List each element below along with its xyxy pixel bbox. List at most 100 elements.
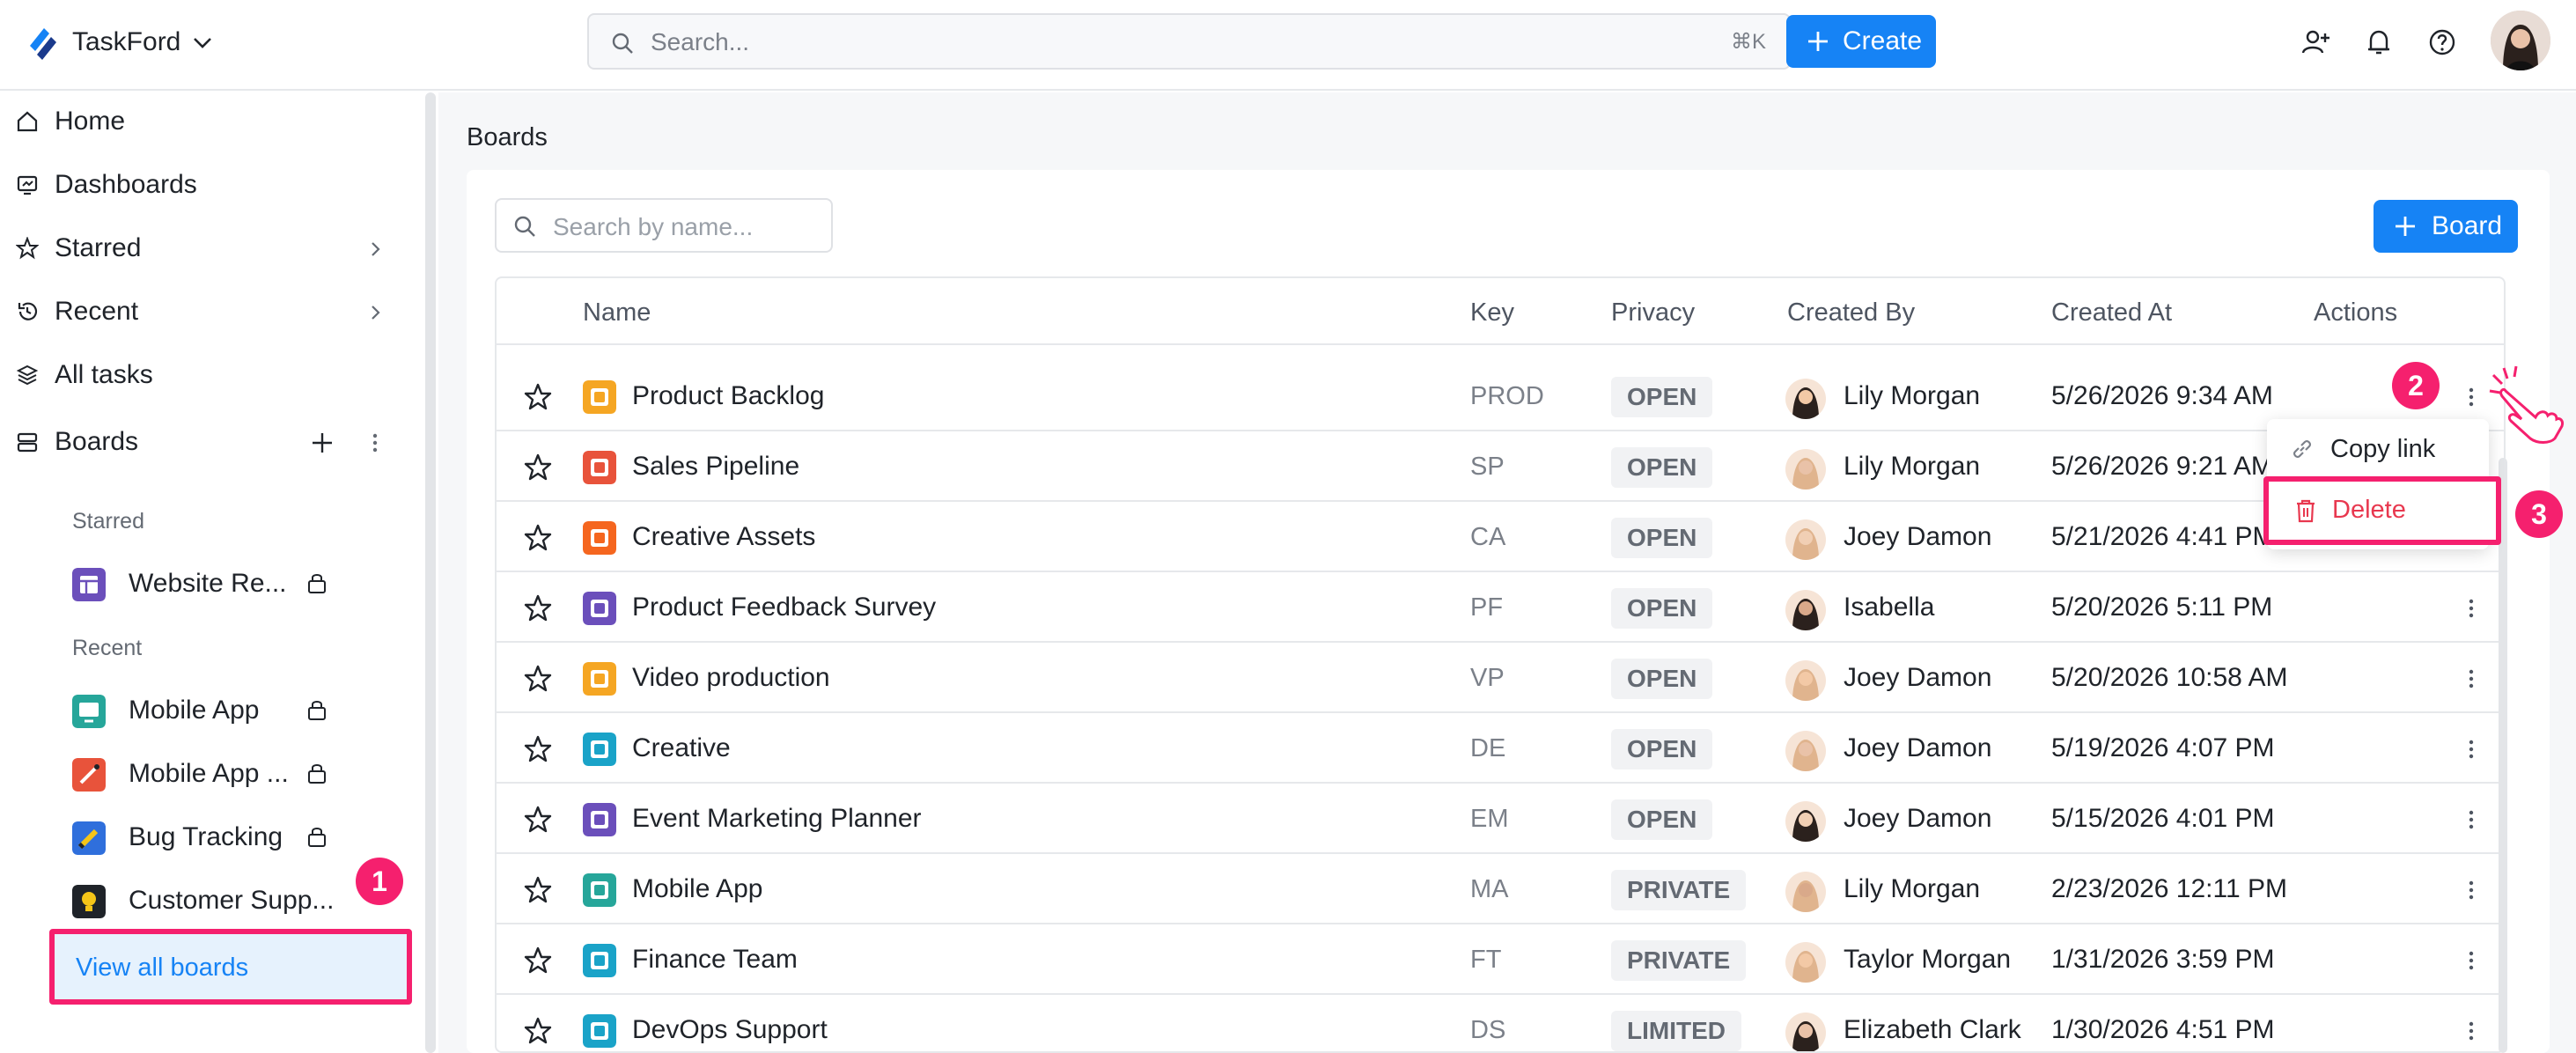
view-all-boards-link[interactable]: View all boards xyxy=(49,929,412,1005)
user-avatar-image xyxy=(2491,11,2550,70)
creator-avatar xyxy=(1785,872,1826,912)
column-header-key[interactable]: Key xyxy=(1470,298,1514,328)
chevron-right-icon[interactable] xyxy=(364,302,386,323)
privacy-badge: OPEN xyxy=(1611,729,1713,770)
help-icon[interactable] xyxy=(2426,26,2458,58)
board-search-input[interactable]: Search by name... xyxy=(495,198,833,253)
column-header-created-at[interactable]: Created At xyxy=(2051,298,2172,328)
copy-link-menu-item[interactable]: Copy link xyxy=(2267,419,2489,475)
sidebar-item-home[interactable]: Home xyxy=(0,92,414,151)
more-vertical-icon[interactable] xyxy=(2456,664,2486,694)
star-icon[interactable] xyxy=(523,946,553,976)
sidebar-item-recent[interactable]: Recent xyxy=(0,283,414,341)
link-icon xyxy=(2293,440,2311,458)
privacy-badge: OPEN xyxy=(1611,377,1713,417)
board-icon xyxy=(583,380,616,414)
chevron-down-icon[interactable] xyxy=(190,30,215,55)
table-row[interactable]: Creative DE OPEN Joey Damon 5/19/2026 4:07 P… xyxy=(497,713,2504,784)
history-icon xyxy=(18,302,38,320)
star-icon[interactable] xyxy=(523,593,553,623)
table-row[interactable]: Finance Team FT PRIVATE Taylor Morgan 1/31/2… xyxy=(497,924,2504,995)
table-row[interactable]: Mobile App MA PRIVATE Lily Morgan 2/23/2026 … xyxy=(497,854,2504,924)
more-vertical-icon[interactable] xyxy=(2456,382,2486,412)
column-header-name[interactable]: Name xyxy=(583,298,651,328)
page-title: Boards xyxy=(467,123,548,151)
board-name[interactable]: Creative Assets xyxy=(632,519,815,555)
table-row[interactable]: Product Feedback Survey PF OPEN Isabella 5/2… xyxy=(497,572,2504,643)
chevron-right-icon[interactable] xyxy=(364,239,386,260)
star-icon[interactable] xyxy=(523,1016,553,1046)
board-name[interactable]: DevOps Support xyxy=(632,1012,828,1048)
top-bar: TaskFord Search... ⌘K Create xyxy=(0,0,2576,91)
creator-name: Taylor Morgan xyxy=(1844,945,2012,974)
more-vertical-icon[interactable] xyxy=(2456,805,2486,835)
taskford-logo-icon xyxy=(30,28,56,60)
more-vertical-icon[interactable] xyxy=(2456,734,2486,764)
sidebar-item-all-tasks[interactable]: All tasks xyxy=(0,346,414,404)
sidebar-item-label: Recent xyxy=(55,297,139,326)
board-name[interactable]: Creative xyxy=(632,731,731,766)
create-button[interactable]: Create xyxy=(1786,15,1936,68)
sidebar-item-dashboards[interactable]: Dashboards xyxy=(0,156,414,214)
star-icon[interactable] xyxy=(523,453,553,482)
add-board-icon[interactable] xyxy=(310,431,335,455)
sidebar-item-label: Home xyxy=(55,107,126,136)
star-icon[interactable] xyxy=(523,734,553,764)
table-row[interactable]: DevOps Support DS LIMITED Elizabeth Clark 1/… xyxy=(497,995,2504,1051)
board-name[interactable]: Sales Pipeline xyxy=(632,449,799,484)
sidebar-board-item[interactable]: Mobile App ... xyxy=(0,744,414,802)
star-icon[interactable] xyxy=(523,664,553,694)
board-key: CA xyxy=(1470,523,1506,551)
add-user-icon[interactable] xyxy=(2300,26,2331,58)
board-name[interactable]: Product Backlog xyxy=(632,379,824,414)
sidebar-item-label: Starred xyxy=(55,233,142,262)
boards-icon xyxy=(17,432,38,453)
table-row[interactable]: Product Backlog PROD OPEN Lily Morgan 5/26/2… xyxy=(497,361,2504,431)
user-avatar[interactable] xyxy=(2491,11,2550,70)
sidebar-board-item[interactable]: Bug Tracking xyxy=(0,807,414,865)
global-search-input[interactable]: Search... ⌘K xyxy=(587,13,1791,70)
star-icon[interactable] xyxy=(523,523,553,553)
lock-icon xyxy=(308,574,326,593)
sidebar-scrollbar[interactable] xyxy=(425,92,436,1053)
bell-icon[interactable] xyxy=(2363,26,2395,58)
add-board-button[interactable]: Board xyxy=(2374,200,2518,253)
creator-avatar xyxy=(1785,660,1826,701)
board-name[interactable]: Product Feedback Survey xyxy=(632,590,936,625)
star-icon[interactable] xyxy=(523,875,553,905)
board-key: MA xyxy=(1470,875,1509,903)
sidebar-board-item[interactable]: Website Re... xyxy=(0,554,414,612)
table-row[interactable]: Creative Assets CA OPEN Joey Damon 5/21/2026… xyxy=(497,502,2504,572)
board-name[interactable]: Finance Team xyxy=(632,942,798,977)
creator-name: Isabella xyxy=(1844,593,1935,622)
more-vertical-icon[interactable] xyxy=(364,431,386,455)
star-icon[interactable] xyxy=(523,382,553,412)
more-vertical-icon[interactable] xyxy=(2456,593,2486,623)
board-key: PROD xyxy=(1470,382,1544,410)
table-row[interactable]: Video production VP OPEN Joey Damon 5/20/202… xyxy=(497,643,2504,713)
board-name[interactable]: Mobile App xyxy=(632,872,762,907)
column-header-privacy[interactable]: Privacy xyxy=(1611,298,1695,328)
sidebar-item-starred[interactable]: Starred xyxy=(0,219,414,277)
creator-avatar xyxy=(1785,1012,1826,1051)
created-at: 5/20/2026 10:58 AM xyxy=(2051,663,2288,692)
more-vertical-icon[interactable] xyxy=(2456,1016,2486,1046)
board-name[interactable]: Video production xyxy=(632,660,830,696)
sidebar-board-item[interactable]: Mobile App xyxy=(0,681,414,739)
table-row[interactable]: Event Marketing Planner EM OPEN Joey Damon 5… xyxy=(497,784,2504,854)
table-scrollbar[interactable] xyxy=(2499,458,2507,1053)
column-header-created-by[interactable]: Created By xyxy=(1787,298,1915,328)
sidebar-board-item[interactable]: Customer Supp... xyxy=(0,871,414,929)
workspace-name[interactable]: TaskFord xyxy=(72,25,180,60)
table-row[interactable]: Sales Pipeline SP OPEN Lily Morgan 5/26/2026… xyxy=(497,431,2504,502)
more-vertical-icon[interactable] xyxy=(2456,946,2486,976)
sidebar-item-boards[interactable]: Boards xyxy=(0,413,414,471)
created-at: 2/23/2026 12:11 PM xyxy=(2051,874,2287,903)
board-key: FT xyxy=(1470,946,1502,974)
star-icon[interactable] xyxy=(523,805,553,835)
lock-icon xyxy=(308,701,326,720)
board-name[interactable]: Event Marketing Planner xyxy=(632,801,922,836)
more-vertical-icon[interactable] xyxy=(2456,875,2486,905)
delete-menu-item[interactable]: Delete xyxy=(2263,476,2501,545)
board-label: Bug Tracking xyxy=(129,822,283,851)
